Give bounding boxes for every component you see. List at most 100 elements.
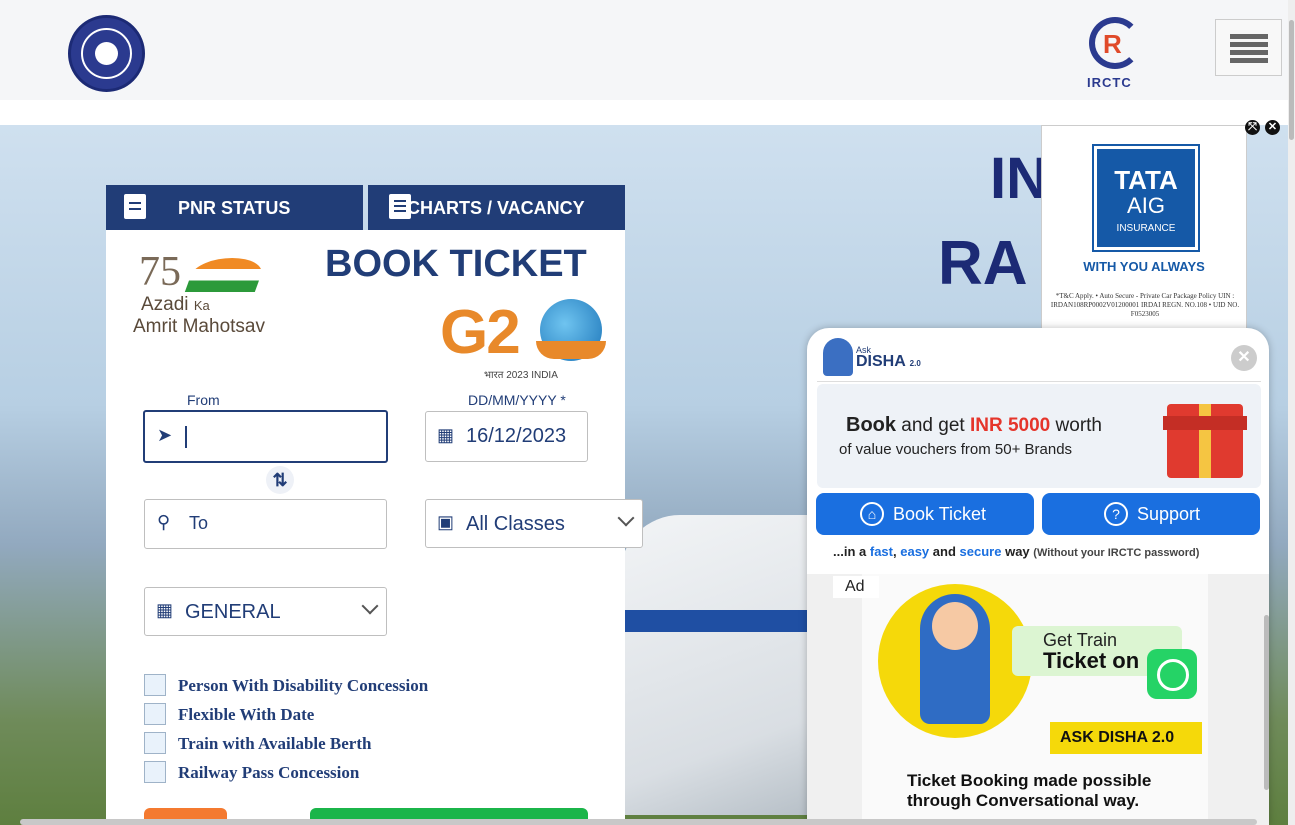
journey-date-value: 16/12/2023: [466, 425, 567, 447]
checkbox[interactable]: [144, 674, 166, 696]
tag-note: (Without your IRCTC password): [1033, 547, 1200, 559]
disha-whatsapp-ad[interactable]: Get Train Ticket on ASK DISHA 2.0 Ticket…: [862, 574, 1208, 825]
hamburger-menu-icon[interactable]: [1215, 19, 1282, 76]
g20-text: G2: [440, 298, 521, 367]
gift-box-icon: [1163, 404, 1247, 478]
azadi-line1: Azadi Ka: [141, 294, 210, 316]
disha-name: DISHA 2.0: [856, 353, 921, 371]
disha-ad-area: Get Train Ticket on ASK DISHA 2.0 Ticket…: [807, 574, 1269, 825]
tata-fine-print: *T&C Apply. • Auto Secure - Private Car …: [1050, 292, 1240, 318]
disha-version: 2.0: [909, 359, 921, 368]
mahotsav-word: Mahotsav: [182, 316, 265, 337]
azadi-line2: Amrit Mahotsav: [133, 316, 265, 338]
promo-amount: INR 5000: [969, 415, 1051, 436]
checkbox[interactable]: [144, 761, 166, 783]
disha-face: [932, 602, 978, 650]
tag-fast: fast: [869, 544, 893, 559]
quota-select[interactable]: ▦ GENERAL: [144, 587, 387, 636]
checkbox[interactable]: [144, 703, 166, 725]
disha-book-ticket-button[interactable]: ⌂ Book Ticket: [816, 493, 1034, 535]
to-station-input[interactable]: ⚲ To: [144, 499, 387, 549]
azadi-ka-amrit-mahotsav-logo: 75 Azadi Ka Amrit Mahotsav: [133, 248, 303, 343]
chevron-down-icon: [361, 597, 379, 615]
class-select-value: All Classes: [466, 513, 565, 535]
class-select[interactable]: ▣ All Classes: [425, 499, 643, 548]
whatsapp-icon: [1147, 649, 1197, 699]
promo-line2: of value vouchers from 50+ Brands: [839, 441, 1073, 458]
location-arrow-icon: ➤: [157, 425, 173, 445]
date-label: DD/MM/YYYY *: [468, 392, 566, 408]
azadi-number: 75: [139, 249, 181, 295]
tricolour-flag-icon: [184, 258, 268, 292]
disha-scrollbar[interactable]: [1264, 615, 1269, 790]
hero-title-line1: IN: [990, 146, 1048, 211]
chevron-down-icon: [617, 509, 635, 527]
checkbox[interactable]: [144, 732, 166, 754]
ad-line2: through Conversational way.: [907, 791, 1140, 810]
menu-bar: [1230, 34, 1268, 39]
ad-bubble-line2: Ticket on: [1043, 648, 1140, 673]
menu-bar: [1230, 50, 1268, 55]
checkbox-label: Train with Available Berth: [178, 734, 372, 753]
ad-expand-icon[interactable]: ⤧: [1245, 120, 1260, 135]
tag-secure: secure: [959, 544, 1002, 559]
page-horizontal-scrollbar[interactable]: [20, 819, 1257, 825]
g20-caption: भारत 2023 INDIA: [484, 370, 558, 381]
irctc-logo[interactable]: R IRCTC: [1083, 17, 1149, 95]
from-station-input[interactable]: ➤: [143, 410, 388, 463]
disha-support-button[interactable]: ? Support: [1042, 493, 1260, 535]
disha-close-icon[interactable]: ✕: [1231, 345, 1257, 371]
promo-worth: worth: [1055, 415, 1102, 436]
azadi-ka: Ka: [193, 298, 210, 313]
ad-tag: ASK DISHA 2.0: [1050, 722, 1202, 754]
ad-label: Ad: [833, 576, 879, 598]
menu-bar: [1230, 42, 1268, 47]
ad-close-icon[interactable]: ✕: [1265, 120, 1280, 135]
quota-select-value: GENERAL: [185, 601, 281, 623]
tata-aig-ad[interactable]: TATA AIG INSURANCE WITH YOU ALWAYS *T&C …: [1041, 125, 1247, 333]
tag-comma: ,: [892, 544, 897, 559]
tab-pnr-status[interactable]: PNR STATUS: [106, 185, 363, 230]
support-label: Support: [1137, 504, 1201, 524]
hero-title-line2: RA: [938, 229, 1028, 298]
journey-date-input[interactable]: ▦ 16/12/2023: [425, 411, 588, 462]
menu-bar: [1230, 58, 1268, 63]
disha-promo-banner[interactable]: Book and get INR 5000 worth of value vou…: [817, 384, 1261, 488]
indian-railways-logo[interactable]: [68, 15, 145, 92]
irctc-logo-text: IRCTC: [1087, 75, 1132, 90]
disha-avatar: [823, 338, 853, 376]
text-cursor: [185, 426, 187, 448]
checkbox-label: Person With Disability Concession: [178, 676, 429, 695]
tata-text: TATA: [1114, 165, 1178, 195]
page-vertical-scrollbar[interactable]: [1288, 0, 1295, 825]
insurance-text: INSURANCE: [1116, 223, 1176, 234]
azadi-word: Azadi: [141, 294, 189, 315]
tag-easy: easy: [900, 544, 930, 559]
ad-line1: Ticket Booking made possible: [907, 771, 1152, 790]
tata-aig-logo: TATA AIG INSURANCE: [1092, 144, 1200, 252]
tata-tagline: WITH YOU ALWAYS: [1083, 259, 1205, 274]
promo-book: Book: [846, 414, 896, 436]
scroll-thumb[interactable]: [1289, 20, 1294, 140]
train-icon: ⌂: [860, 502, 884, 526]
amrit-word: Amrit: [133, 316, 178, 337]
disha-tagline: ...in a fast, easy and secure way (Witho…: [833, 544, 1199, 559]
question-circle-icon: ?: [1104, 502, 1128, 526]
g20-logo: G2 भारत 2023 INDIA: [440, 297, 610, 387]
promo-mid: and get: [901, 415, 965, 436]
tab-charts-vacancy[interactable]: CHARTS / VACANCY: [368, 185, 625, 230]
map-marker-icon: ⚲: [157, 512, 171, 532]
tag-way: way: [1005, 544, 1030, 559]
book-ticket-title: BOOK TICKET: [325, 243, 587, 285]
irctc-r-icon: R: [1103, 29, 1122, 59]
from-label: From: [187, 392, 220, 408]
clipboard-check-icon: [124, 194, 146, 219]
swap-stations-button[interactable]: ⇅: [266, 466, 294, 494]
ask-disha-panel: Ask DISHA 2.0 ✕ Book and get INR 5000 wo…: [807, 328, 1269, 825]
checkbox-label: Railway Pass Concession: [178, 763, 360, 782]
lotus-icon: [536, 341, 606, 359]
checkbox-label: Flexible With Date: [178, 705, 315, 724]
to-station-placeholder: To: [189, 513, 209, 533]
tag-prefix: ...in a: [833, 544, 867, 559]
logo-core: [95, 42, 118, 65]
